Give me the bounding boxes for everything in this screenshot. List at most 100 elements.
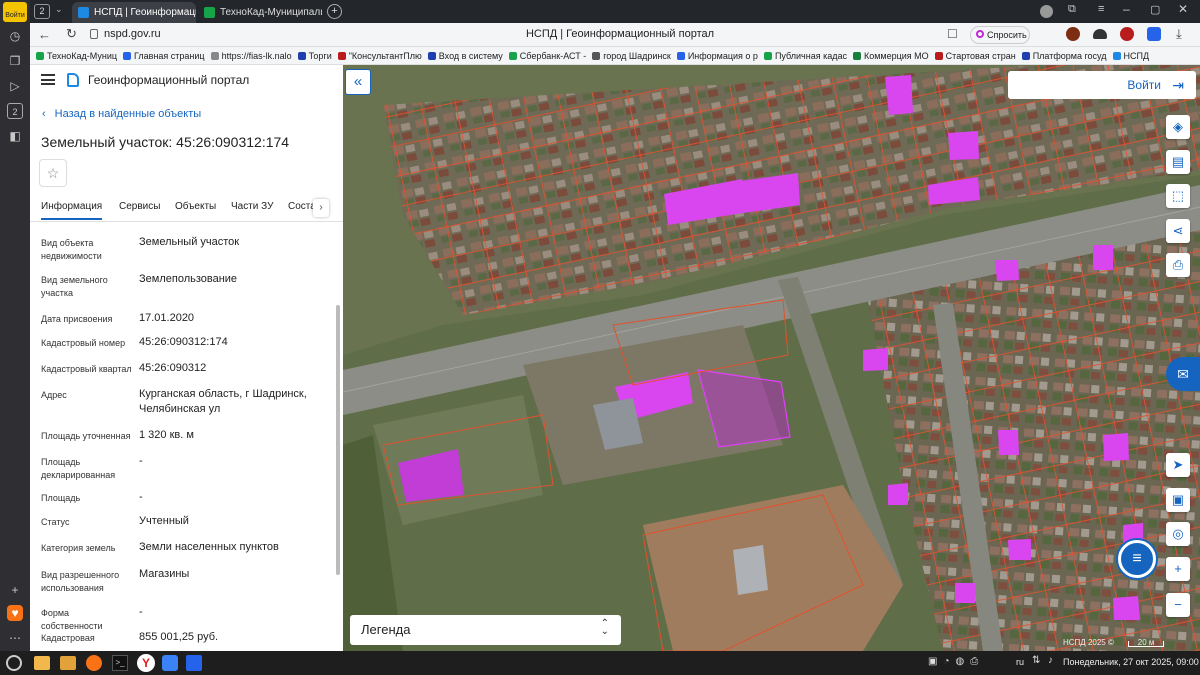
files-icon[interactable]: [60, 656, 76, 670]
tab-strip: Информация Сервисы Объекты Части ЗУ Сост…: [30, 196, 343, 222]
app-launcher-icon[interactable]: ◧: [7, 128, 23, 144]
hamburger-menu-icon[interactable]: [41, 74, 55, 85]
bookmark-item[interactable]: Коммерция МО: [852, 47, 929, 64]
copy-icon[interactable]: ❐: [7, 53, 23, 69]
favorite-star-button[interactable]: ☆: [39, 159, 67, 187]
tab-parts[interactable]: Части ЗУ: [231, 201, 273, 212]
play-icon[interactable]: ▷: [7, 78, 23, 94]
field-label: Вид объекта недвижимости: [41, 238, 102, 261]
bookmark-favicon-icon: [508, 52, 517, 60]
print-button[interactable]: ⎙: [1166, 253, 1190, 277]
bookmark-item[interactable]: ТехноКад-Муниц: [36, 47, 117, 64]
menu-icon[interactable]: ≡: [1098, 3, 1104, 15]
number-icon[interactable]: 2: [7, 103, 23, 119]
floating-menu-button[interactable]: ≡: [1118, 540, 1156, 578]
extensions-icon[interactable]: ⧉: [1068, 3, 1076, 16]
bookmark-item[interactable]: Главная страниц: [123, 47, 205, 64]
nspd-favicon-icon: [78, 7, 89, 18]
minimap-button[interactable]: ▣: [1166, 488, 1190, 512]
ask-icon: [976, 30, 984, 38]
zoom-out-button[interactable]: −: [1166, 593, 1190, 617]
folder-icon[interactable]: [34, 656, 50, 670]
chat-assistant-button[interactable]: ✉: [1166, 357, 1200, 391]
zoom-in-button[interactable]: +: [1166, 557, 1190, 581]
bookmark-item[interactable]: https://fias-lk.nalo: [210, 47, 292, 64]
tabs-scroll-right-button[interactable]: ›: [313, 199, 329, 217]
select-area-button[interactable]: ⬚: [1166, 184, 1190, 208]
back-link[interactable]: ‹ Назад в найденные объекты: [42, 108, 201, 120]
share-button[interactable]: ⋖: [1166, 219, 1190, 243]
bookmark-item[interactable]: "КонсультантПлю: [337, 47, 422, 64]
tab-nspd[interactable]: НСПД | Геоинформацио: [72, 2, 196, 23]
collapse-panel-button[interactable]: «: [345, 69, 371, 95]
os-login-badge[interactable]: Войти: [3, 2, 27, 22]
bookmark-item[interactable]: Вход в систему: [427, 47, 503, 64]
maximize-icon[interactable]: ▢: [1150, 3, 1160, 16]
yandex-browser-icon[interactable]: Y: [137, 654, 155, 672]
bookmark-favicon-icon: [36, 52, 44, 60]
url-field[interactable]: nspd.gov.ru: [104, 28, 161, 40]
layers-button[interactable]: ◈: [1166, 115, 1190, 139]
field-label: Площадь декларированная: [41, 457, 116, 480]
tab-bar: 2 ⌄ НСПД | Геоинформацио ТехноКад-Муници…: [30, 0, 1200, 23]
bookmark-icon[interactable]: ☐: [947, 27, 958, 41]
back-arrow-icon[interactable]: ←: [38, 27, 51, 42]
geolocation-button[interactable]: ◎: [1166, 522, 1190, 546]
tab-technokad[interactable]: ТехноКад-Муниципалите: [198, 2, 322, 23]
mail-app-icon[interactable]: ♥: [7, 605, 23, 621]
bookmark-favicon-icon: [427, 52, 436, 60]
ask-button[interactable]: Спросить: [970, 26, 1030, 44]
extension-avatar2-icon[interactable]: [1120, 27, 1134, 41]
extension-avatar-icon[interactable]: [1066, 27, 1080, 41]
tab-objects[interactable]: Объекты: [175, 201, 216, 212]
map-attribution: НСПД 2025 © 20 м: [1063, 638, 1165, 647]
clock-datetime[interactable]: Понедельник, 27 окт 2025, 09:00: [1063, 657, 1199, 667]
bookmark-item[interactable]: Публичная кадас: [763, 47, 847, 64]
bookmark-favicon-icon: [1021, 52, 1030, 60]
bookmark-item[interactable]: Информация о р: [676, 47, 758, 64]
docs-icon[interactable]: [186, 655, 202, 671]
field-value: 855 001,25 руб.: [139, 631, 219, 643]
clock-icon[interactable]: ◷: [7, 28, 23, 44]
terminal-icon[interactable]: >_: [112, 655, 128, 671]
tab-list-chevron-icon[interactable]: ⌄: [55, 4, 63, 15]
firefox-icon[interactable]: [86, 655, 102, 671]
extension-hat-icon[interactable]: [1093, 29, 1107, 39]
bookmark-favicon-icon: [934, 52, 943, 60]
download-icon[interactable]: ⤓: [1176, 26, 1182, 42]
bookmark-item[interactable]: Сбербанк-АСТ -: [508, 47, 586, 64]
tab-services[interactable]: Сервисы: [119, 201, 160, 212]
tab-composition[interactable]: Соста: [288, 201, 314, 212]
more-icon[interactable]: ⋯: [7, 630, 23, 646]
network-icon[interactable]: ⇅: [1032, 655, 1040, 666]
minimize-icon[interactable]: –: [1123, 2, 1130, 16]
reload-icon[interactable]: ↻: [66, 26, 77, 42]
new-tab-button[interactable]: +: [327, 4, 342, 19]
close-icon[interactable]: ✕: [1178, 2, 1188, 16]
add-icon[interactable]: +: [7, 582, 23, 598]
locate-button[interactable]: ➤: [1166, 453, 1190, 477]
legend-dropdown[interactable]: Легенда ⌃ ⌄: [350, 615, 621, 645]
field-label: Кадастровая: [41, 633, 95, 643]
bookmark-item[interactable]: город Шадринск: [592, 47, 671, 64]
language-indicator[interactable]: ru: [1016, 657, 1024, 667]
tab-count-button[interactable]: 2: [34, 4, 50, 19]
bookmark-item[interactable]: Платформа госуд: [1021, 47, 1107, 64]
login-icon: ⇥: [1172, 77, 1184, 93]
bookmark-item[interactable]: НСПД: [1112, 47, 1149, 64]
start-menu-icon[interactable]: [6, 655, 22, 671]
tab-information[interactable]: Информация: [41, 201, 103, 220]
mail-icon[interactable]: [162, 655, 178, 671]
bookmark-label: город Шадринск: [603, 51, 671, 61]
object-info-panel: Геоинформационный портал ‹ Назад в найден…: [30, 65, 343, 651]
login-bar[interactable]: Войти ⇥: [1008, 71, 1196, 99]
bookmark-item[interactable]: Торги: [297, 47, 332, 64]
bookmark-item[interactable]: Стартовая стран: [934, 47, 1016, 64]
ruler-button[interactable]: ▤: [1166, 150, 1190, 174]
tray-icons[interactable]: ▣◔◍⎙: [928, 656, 984, 667]
panel-scrollbar[interactable]: [336, 305, 340, 575]
extension-translate-icon[interactable]: [1147, 27, 1161, 41]
profile-icon[interactable]: [1040, 5, 1053, 18]
volume-icon[interactable]: ♪: [1048, 655, 1053, 666]
map-view[interactable]: « Войти ⇥ Легенда ⌃ ⌄ НСПД 2025 © 20 м: [343, 65, 1200, 651]
